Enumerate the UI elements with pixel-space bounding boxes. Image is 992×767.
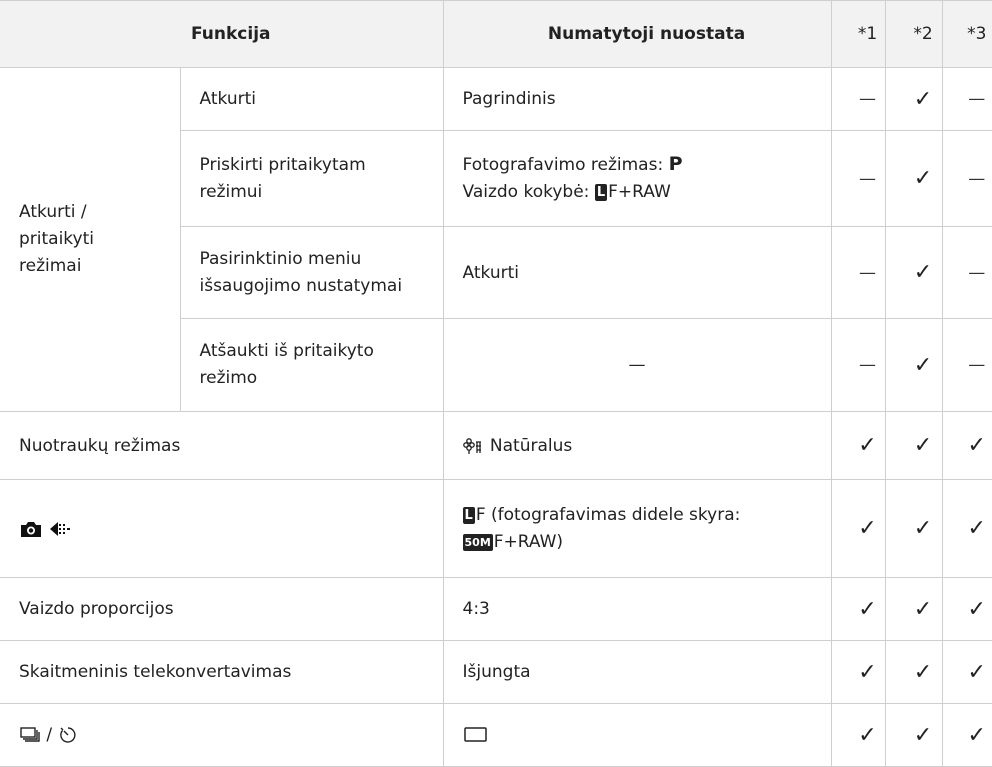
mark-col3: ✓ — [941, 640, 992, 704]
function-name — [0, 479, 444, 578]
mark-col1: — — [830, 318, 886, 412]
mark-col3: ✓ — [941, 577, 992, 641]
mark-col2: ✓ — [884, 226, 943, 319]
default-value: Atkurti — [442, 226, 832, 319]
function-name: Nuotraukų režimas — [0, 411, 444, 480]
mark-col3: ✓ — [941, 703, 992, 767]
mark-col3: — — [941, 130, 992, 227]
default-settings-table: Funkcija Numatytoji nuostata *1 *2 *3 At… — [0, 0, 992, 767]
default-value: Išjungta — [442, 640, 832, 704]
default-value — [442, 703, 832, 767]
mark-col1: ✓ — [830, 577, 886, 641]
mark-col1: ✓ — [830, 703, 886, 767]
mark-col2: ✓ — [884, 479, 943, 578]
mark-col1: — — [830, 130, 886, 227]
mark-col3: ✓ — [941, 411, 992, 480]
mark-col1: ✓ — [830, 479, 886, 578]
mark-col3: ✓ — [941, 479, 992, 578]
single-frame-icon — [463, 725, 489, 745]
mark-col1: — — [830, 67, 886, 131]
shooting-mode-p: P — [668, 153, 683, 175]
mark-col1: — — [830, 226, 886, 319]
quality-50m-badge: 50M — [462, 533, 493, 551]
mark-col1: ✓ — [830, 640, 886, 704]
header-col3: *3 — [941, 0, 992, 68]
group-label: Atkurti / pritaikyti režimai — [0, 67, 181, 412]
table-row: Nuotraukų režimas Natūralus ✓ ✓ ✓ — [0, 411, 992, 480]
table-row: / ✓ ✓ ✓ — [0, 703, 992, 767]
mark-col2: ✓ — [884, 703, 943, 767]
header-row: Funkcija Numatytoji nuostata *1 *2 *3 — [0, 0, 992, 68]
default-value: Pagrindinis — [442, 67, 832, 131]
function-name: Atšaukti iš pritaikyto režimo — [180, 318, 444, 412]
table-row: Vaizdo proporcijos 4:3 ✓ ✓ ✓ — [0, 577, 992, 641]
header-col2: *2 — [884, 0, 943, 68]
function-name: Vaizdo proporcijos — [0, 577, 444, 641]
function-name: Skaitmeninis telekonvertavimas — [0, 640, 444, 704]
mark-col2: ✓ — [884, 640, 943, 704]
header-default: Numatytoji nuostata — [442, 0, 832, 68]
header-function: Funkcija — [0, 0, 444, 68]
mark-col3: — — [941, 226, 992, 319]
function-name: Priskirti pritaikytam režimui — [180, 130, 444, 227]
default-value: — — [442, 318, 832, 412]
header-col1: *1 — [830, 0, 886, 68]
mark-col3: — — [941, 318, 992, 412]
mark-col2: ✓ — [884, 318, 943, 412]
table-row: Skaitmeninis telekonvertavimas Išjungta … — [0, 640, 992, 704]
picture-mode-natural-icon — [462, 436, 490, 456]
quality-large-badge: L — [462, 506, 475, 524]
default-value: Fotografavimo režimas: P Vaizdo kokybė: … — [442, 130, 832, 227]
mark-col2: ✓ — [884, 577, 943, 641]
table-row: Atkurti / pritaikyti režimai Atkurti Pag… — [0, 67, 992, 412]
sequential-shooting-icon — [19, 725, 46, 745]
quality-large-badge: L — [594, 184, 608, 201]
default-value: LF (fotografavimas didele skyra: 50M F+RA… — [442, 479, 832, 578]
mark-col2: ✓ — [884, 130, 943, 227]
image-quality-icon — [48, 519, 72, 539]
mark-col1: ✓ — [830, 411, 886, 480]
mark-col2: ✓ — [884, 411, 943, 480]
mark-col3: — — [941, 67, 992, 131]
default-value: 4:3 — [442, 577, 832, 641]
camera-icon — [19, 519, 48, 539]
function-name: Atkurti — [179, 67, 444, 131]
mark-col2: ✓ — [884, 67, 943, 131]
table-row: LF (fotografavimas didele skyra: 50M F+RA… — [0, 479, 992, 578]
function-name: / — [0, 703, 444, 767]
default-value: Natūralus — [442, 411, 832, 480]
function-name: Pasirinktinio meniu išsaugojimo nustatym… — [180, 226, 444, 319]
self-timer-icon — [58, 725, 78, 745]
